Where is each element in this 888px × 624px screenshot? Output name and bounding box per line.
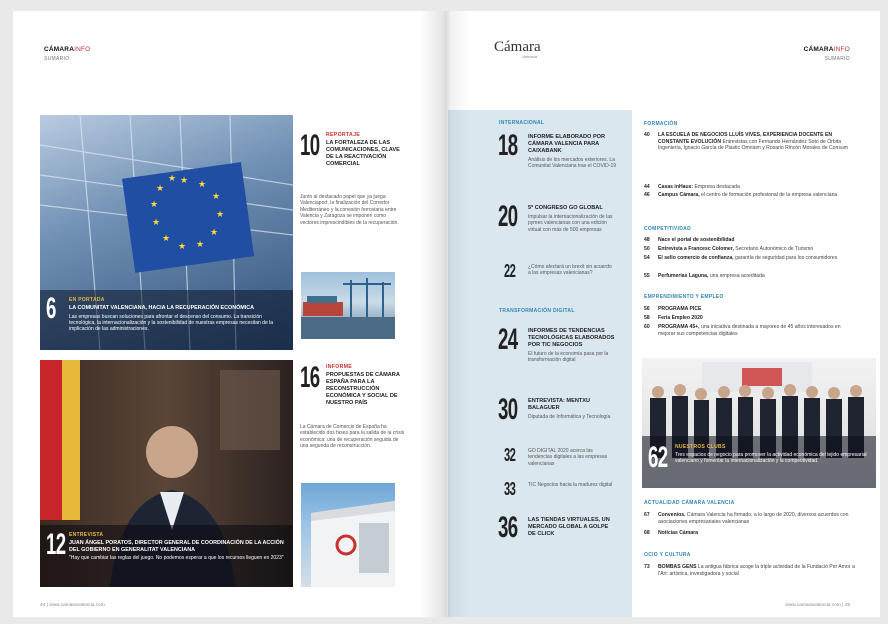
story-kicker: INFORME	[326, 364, 353, 370]
item-title: 5º CONGRESO GO GLOBAL	[528, 205, 603, 211]
brand-logo-left: CÁMARAINFO	[44, 46, 91, 53]
item-title: INFORME ELABORADO POR CÁMARA VALENCIA PA…	[528, 134, 606, 154]
clubs-kicker: NUESTROS CLUBS	[675, 444, 726, 450]
item-number: 18	[498, 129, 518, 162]
item-body: TIC Negocios hacia la madurez digital	[528, 482, 613, 488]
section-label-right: SUMARIO	[824, 56, 850, 62]
left-page: CÁMARAINFO SUMARIO ★ ★ ★ ★ ★ ★ ★ ★ ★ ★ ★ ★ 6 EN PO…	[13, 11, 444, 617]
toc-row: 44 Casas inHaus: Empresa destacada	[644, 184, 740, 190]
toc-section-ocio: OCIO Y CULTURA	[644, 552, 691, 558]
svg-text:★: ★	[212, 192, 220, 202]
item-number: 32	[504, 445, 516, 465]
svg-text:★: ★	[152, 218, 160, 228]
story-title: LA FORTALEZA DE LAS COMUNICACIONES, CLAV…	[326, 140, 400, 167]
story-number: 16	[300, 361, 320, 394]
toc-section-actualidad: ACTUALIDAD CÁMARA VALENCIA	[644, 500, 735, 506]
story-kicker: REPORTAJE	[326, 132, 361, 138]
camara-building-photo	[301, 483, 395, 587]
brand-logo-right: CÁMARAINFO	[803, 46, 850, 53]
interview-photo: 12 ENTREVISTA JUAN ÁNGEL PORATOS, DIRECT…	[40, 360, 293, 587]
svg-text:★: ★	[210, 228, 218, 238]
story-kicker: ENTREVISTA	[69, 532, 104, 538]
camara-valencia-logo: Cámara Valencia	[494, 39, 541, 59]
port-cranes-photo	[301, 272, 395, 339]
svg-text:★: ★	[178, 242, 186, 252]
svg-text:★: ★	[162, 234, 170, 244]
item-body: Análisis de los mercados exteriores. La …	[528, 157, 617, 170]
story-title: PROPUESTAS DE CÁMARA ESPAÑA PARA LA RECO…	[326, 372, 400, 406]
clubs-number: 62	[648, 441, 668, 474]
svg-text:★: ★	[180, 176, 188, 186]
item-number: 30	[498, 393, 518, 426]
svg-text:★: ★	[196, 240, 204, 250]
item-body: El futuro de la economía pasa por la tra…	[528, 351, 609, 364]
item-number: 33	[504, 479, 516, 499]
item-title: ENTREVISTA: MENTXU BALAGUER	[528, 398, 591, 411]
clubs-group-photo: 62 NUESTROS CLUBS Tres espacios de negoc…	[642, 358, 876, 488]
item-title: INFORMES DE TENDENCIAS TECNOLÓGICAS ELAB…	[528, 328, 615, 348]
section-heading: INTERNACIONAL	[499, 120, 545, 126]
story-number: 10	[300, 129, 320, 162]
story-body: Las empresas buscan soluciones para afro…	[69, 313, 274, 333]
blue-column: INTERNACIONAL 18 INFORME ELABORADO POR C…	[448, 110, 632, 617]
toc-section-emprendimiento: EMPRENDIMIENTO Y EMPLEO	[644, 294, 724, 300]
page-footer-right: www.camaravalencia.com | 45	[785, 603, 850, 608]
item-title: LAS TIENDAS VIRTUALES, UN MERCADO GLOBAL…	[528, 517, 610, 537]
svg-text:★: ★	[156, 184, 164, 194]
svg-text:★: ★	[198, 180, 206, 190]
section-heading: TRANSFORMACIÓN DIGITAL	[499, 308, 575, 314]
story-number: 6	[46, 292, 56, 325]
item-body: Diputada de Informática y Tecnología	[528, 414, 611, 420]
story-kicker: EN PORTADA	[69, 297, 105, 303]
clubs-body: Tres espacios de negocio para promover l…	[675, 452, 867, 465]
svg-text:★: ★	[168, 174, 176, 184]
item-number: 22	[504, 261, 516, 281]
story-number: 12	[46, 528, 66, 561]
story-title: LA COMUNITAT VALENCIANA, HACIA LA RECUPE…	[69, 305, 255, 311]
story-body: Junto al destacado papel que ya juega Va…	[300, 194, 399, 226]
toc-section-competitividad: COMPETITIVIDAD	[644, 226, 691, 232]
story-body: "Hay que cambiar las reglas del juego. N…	[69, 555, 284, 562]
story-title: JUAN ÁNGEL PORATOS, DIRECTOR GENERAL DE …	[69, 540, 284, 553]
eu-building-photo: ★ ★ ★ ★ ★ ★ ★ ★ ★ ★ ★ ★ 6 EN PORTADA LA COMUNITAT …	[40, 115, 293, 350]
right-page: Cámara Valencia CÁMARAINFO SUMARIO INTER…	[444, 11, 880, 617]
item-body: Impulsar la internacionalización de las …	[528, 214, 613, 233]
toc-row: 40 LA ESCUELA DE NEGOCIOS LLUÍS VIVES, EX…	[644, 132, 848, 152]
story-body: La Cámara de Comercio de España ha estab…	[300, 424, 405, 450]
item-number: 36	[498, 511, 518, 544]
item-number: 24	[498, 323, 518, 356]
section-label-left: SUMARIO	[44, 56, 70, 62]
toc-section-formacion: FORMACIÓN	[644, 121, 678, 127]
page-footer-left: 44 | www.camaravalencia.com	[40, 603, 105, 608]
toc-row: 46 Campus Cámara, el centro de formación …	[644, 192, 838, 198]
svg-text:★: ★	[216, 210, 224, 220]
svg-text:★: ★	[150, 200, 158, 210]
item-body: ¿Cómo afectará un brexit sin acuerdo a l…	[528, 264, 612, 277]
item-number: 20	[498, 200, 518, 233]
item-body: GO DIGITAL 2020 acerca las tendencias di…	[528, 448, 608, 467]
